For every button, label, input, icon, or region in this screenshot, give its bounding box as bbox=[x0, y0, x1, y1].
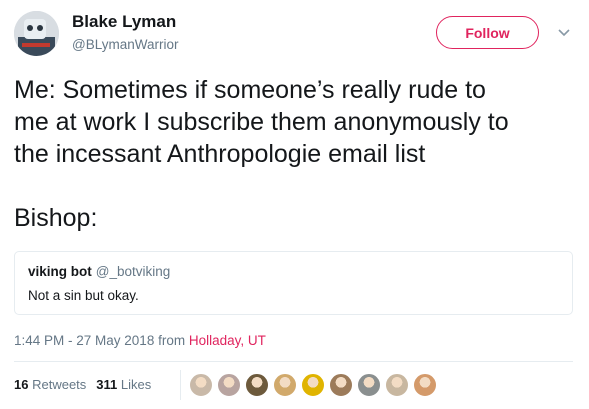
from-label: from bbox=[158, 333, 186, 348]
likes-count: 311 bbox=[96, 377, 118, 392]
chevron-down-icon[interactable] bbox=[556, 26, 572, 38]
tweet-location-link[interactable]: Holladay, UT bbox=[189, 333, 266, 348]
divider bbox=[14, 361, 573, 362]
author-handle[interactable]: @BLymanWarrior bbox=[72, 37, 178, 52]
liker-avatar[interactable] bbox=[189, 373, 213, 397]
liker-avatar[interactable] bbox=[245, 373, 269, 397]
tweet-stats: 16 Retweets 311 Likes bbox=[14, 377, 151, 392]
liker-avatar[interactable] bbox=[413, 373, 437, 397]
retweets-label: Retweets bbox=[32, 377, 87, 392]
quoted-tweet-text: Not a sin but okay. bbox=[28, 288, 139, 303]
liker-avatar[interactable] bbox=[273, 373, 297, 397]
liker-avatar[interactable] bbox=[217, 373, 241, 397]
tweet-line: Bishop: bbox=[14, 204, 98, 232]
author-display-name[interactable]: Blake Lyman bbox=[72, 12, 176, 32]
liker-avatar[interactable] bbox=[301, 373, 325, 397]
likes-label: Likes bbox=[120, 377, 152, 392]
avatar-image bbox=[14, 11, 59, 56]
stats-separator bbox=[180, 370, 181, 400]
quoted-tweet-name: viking bot bbox=[28, 264, 92, 279]
tweet-line: me at work I subscribe them anonymously … bbox=[14, 108, 509, 136]
quoted-tweet[interactable]: viking bot @_botviking Not a sin but okay… bbox=[14, 251, 573, 315]
liker-avatars bbox=[189, 373, 441, 397]
quoted-tweet-author: viking bot @_botviking bbox=[28, 264, 170, 279]
likes-stat[interactable]: 311 Likes bbox=[96, 377, 151, 392]
tweet-timestamp[interactable]: 1:44 PM - 27 May 2018 bbox=[14, 333, 154, 348]
follow-button[interactable]: Follow bbox=[436, 16, 539, 49]
tweet-line: Me: Sometimes if someone’s really rude t… bbox=[14, 76, 486, 104]
liker-avatar[interactable] bbox=[385, 373, 409, 397]
liker-avatar[interactable] bbox=[329, 373, 353, 397]
liker-avatar[interactable] bbox=[357, 373, 381, 397]
tweet-text: Me: Sometimes if someone’s really rude t… bbox=[14, 74, 579, 234]
tweet-metadata: 1:44 PM - 27 May 2018 from Holladay, UT bbox=[14, 333, 266, 348]
quoted-tweet-handle: @_botviking bbox=[95, 264, 171, 279]
avatar[interactable] bbox=[14, 11, 59, 56]
retweets-stat[interactable]: 16 Retweets bbox=[14, 377, 86, 392]
retweets-count: 16 bbox=[14, 377, 29, 392]
tweet-line: the incessant Anthropologie email list bbox=[14, 140, 426, 168]
